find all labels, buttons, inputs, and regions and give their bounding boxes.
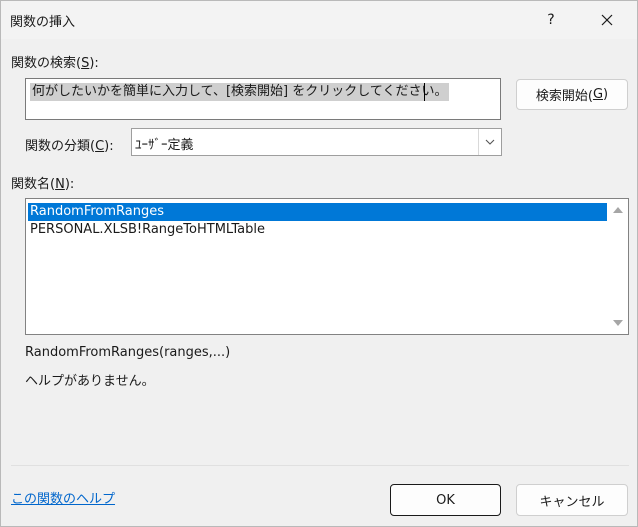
scroll-up-arrow-icon[interactable] <box>612 205 624 215</box>
category-label: 関数の分類(C): <box>25 135 114 154</box>
scroll-down-arrow-icon[interactable] <box>612 318 624 328</box>
help-button[interactable]: ? <box>528 1 574 39</box>
ok-button[interactable]: OK <box>390 484 501 516</box>
function-name-label: 関数名(N): <box>11 173 74 192</box>
list-item[interactable]: RandomFromRanges <box>28 203 607 221</box>
function-signature: RandomFromRanges(ranges,...) <box>25 345 231 360</box>
search-label-suffix: ): <box>89 56 99 71</box>
dialog-title: 関数の挿入 <box>10 15 76 30</box>
search-label-prefix: 関数の検索( <box>11 56 82 71</box>
list-item[interactable]: PERSONAL.XLSB!RangeToHTMLTable <box>28 221 265 239</box>
function-name-label-accesskey: N <box>55 177 65 192</box>
search-start-button[interactable]: 検索開始(G) <box>516 79 628 110</box>
footer-divider <box>11 465 629 466</box>
function-name-label-prefix: 関数名( <box>11 177 56 192</box>
category-label-suffix: ): <box>104 139 114 154</box>
category-dropdown-button[interactable] <box>478 129 501 155</box>
search-button-prefix: 検索開始( <box>535 89 593 104</box>
function-help-link[interactable]: この関数のヘルプ <box>11 488 115 507</box>
category-label-accesskey: C <box>95 139 105 154</box>
close-button[interactable] <box>584 1 630 39</box>
question-mark-icon: ? <box>547 12 555 28</box>
search-input[interactable]: 何がしたいかを簡単に入力して、[検索開始] をクリックしてください。 <box>25 78 501 120</box>
category-label-prefix: 関数の分類( <box>25 139 96 154</box>
category-select-value: ﾕｰｻﾞｰ定義 <box>135 138 194 153</box>
cancel-button[interactable]: キャンセル <box>516 484 628 516</box>
function-name-label-suffix: ): <box>64 177 75 192</box>
close-icon <box>601 14 613 26</box>
function-list[interactable]: RandomFromRanges PERSONAL.XLSB!RangeToHT… <box>25 198 629 335</box>
search-label: 関数の検索(S): <box>11 52 99 71</box>
category-select[interactable]: ﾕｰｻﾞｰ定義 <box>131 128 502 156</box>
search-button-accesskey: G <box>592 87 604 102</box>
text-caret <box>424 83 425 101</box>
search-input-text: 何がしたいかを簡単に入力して、[検索開始] をクリックしてください。 <box>30 83 450 101</box>
search-button-suffix: ) <box>603 87 609 102</box>
title-bar: 関数の挿入 ? <box>1 1 637 39</box>
chevron-down-icon <box>485 139 495 145</box>
list-scrollbar[interactable] <box>608 199 628 334</box>
insert-function-dialog: 関数の挿入 ? 関数の検索(S): 何がしたいかを簡単に入力して、[検索開始] … <box>0 0 638 527</box>
function-description: ヘルプがありません。 <box>25 374 155 389</box>
